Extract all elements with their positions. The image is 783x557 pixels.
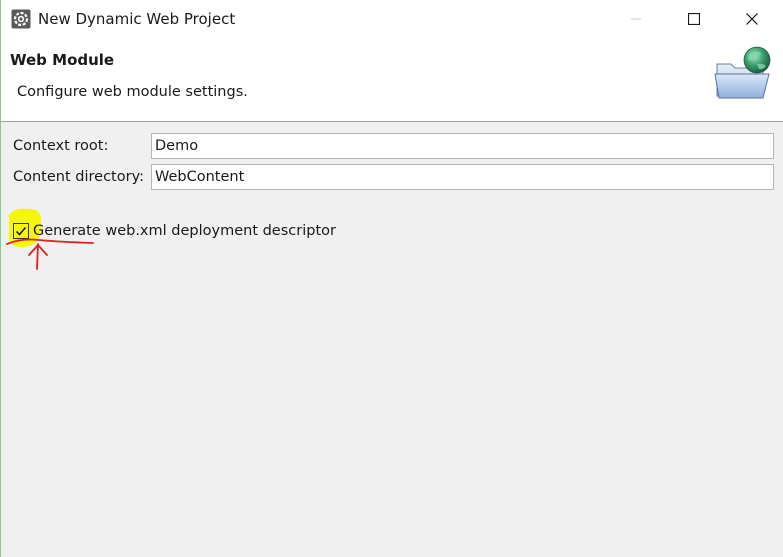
minimize-button[interactable] (613, 0, 659, 38)
window-title: New Dynamic Web Project (38, 10, 236, 28)
page-banner: Web Module Configure web module settings… (1, 38, 783, 122)
web-folder-globe-icon (714, 46, 771, 99)
maximize-icon (688, 13, 700, 25)
close-button[interactable] (729, 0, 775, 38)
dialog-window: New Dynamic Web Project Web Module Confi… (0, 0, 783, 557)
content-directory-input[interactable] (151, 164, 774, 190)
page-description: Configure web module settings. (17, 84, 248, 100)
context-root-label: Context root: (13, 138, 109, 154)
generate-descriptor-row[interactable]: Generate web.xml deployment descriptor (13, 220, 336, 242)
minimize-icon (631, 18, 641, 20)
checkmark-icon (15, 227, 27, 236)
generate-descriptor-label: Generate web.xml deployment descriptor (33, 223, 336, 239)
generate-descriptor-checkbox[interactable] (13, 223, 29, 239)
content-directory-label: Content directory: (13, 169, 144, 185)
title-bar[interactable]: New Dynamic Web Project (1, 0, 783, 38)
page-title: Web Module (10, 51, 115, 69)
close-icon (746, 13, 758, 25)
eclipse-gear-icon (11, 9, 31, 29)
context-root-input[interactable] (151, 133, 774, 159)
maximize-button[interactable] (671, 0, 717, 38)
